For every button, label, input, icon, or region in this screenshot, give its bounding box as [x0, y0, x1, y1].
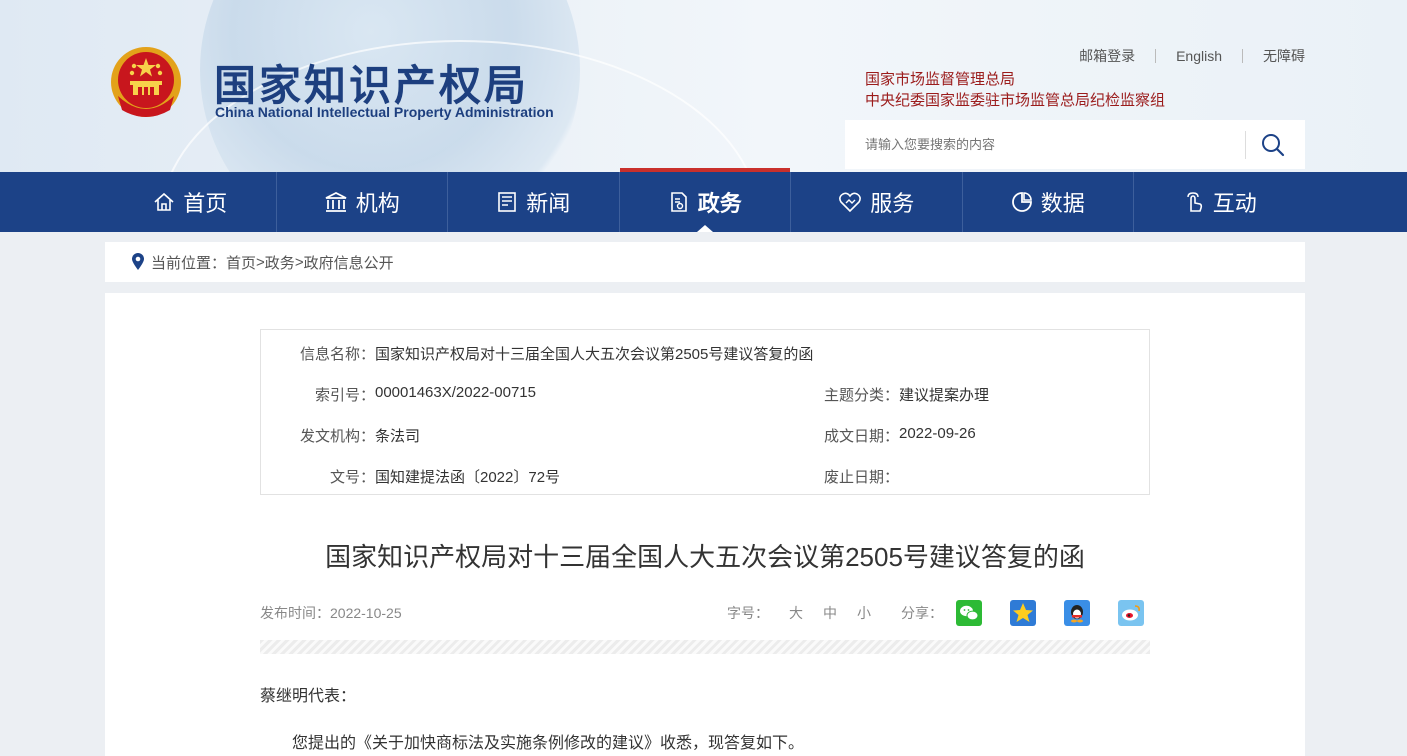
government-affairs-icon — [668, 191, 690, 213]
data-icon — [1011, 191, 1033, 213]
main-nav: 首页 机构 新闻 政务 服务 数据 互动 — [0, 168, 1407, 232]
search-box — [845, 120, 1305, 169]
samr-link[interactable]: 国家市场监督管理总局 — [865, 69, 1165, 90]
national-emblem-logo[interactable] — [108, 44, 184, 122]
divider — [1242, 49, 1243, 63]
discipline-inspection-link[interactable]: 中央纪委国家监委驻市场监管总局纪检监察组 — [865, 90, 1165, 111]
weibo-icon[interactable] — [1118, 600, 1144, 626]
service-icon — [838, 191, 862, 213]
search-icon — [1262, 133, 1285, 156]
meta-label: 发文机构： — [299, 428, 375, 445]
breadcrumb-home[interactable]: 首页 — [226, 252, 256, 273]
article-paragraph: 您提出的《关于加快商标法及实施条例修改的建议》收悉，现答复如下。 — [292, 735, 805, 752]
english-link[interactable]: English — [1176, 48, 1222, 64]
nav-item-home[interactable]: 首页 — [105, 172, 277, 232]
meta-value: 国知建提法函〔2022〕72号 — [375, 469, 561, 486]
divider-stripe — [260, 640, 1150, 654]
font-size-label: 字号： — [727, 605, 769, 621]
breadcrumb-separator: > — [294, 253, 304, 271]
nav-label: 互动 — [1212, 191, 1257, 216]
meta-row-name: 信息名称： 国家知识产权局对十三届全国人大五次会议第2505号建议答复的函 — [295, 343, 813, 364]
article-container: 信息名称： 国家知识产权局对十三届全国人大五次会议第2505号建议答复的函 索引… — [105, 293, 1305, 756]
interaction-icon — [1183, 191, 1205, 213]
institution-icon — [324, 191, 348, 213]
meta-row-abolish: 废止日期： — [801, 466, 899, 487]
meta-row-topic: 主题分类： 建议提案办理 — [801, 384, 989, 405]
breadcrumb-government-affairs[interactable]: 政务 — [265, 252, 295, 273]
meta-value: 00001463X/2022-00715 — [375, 384, 536, 401]
publish-date: 发布时间：2022-10-25 — [260, 605, 402, 621]
nav-item-institution[interactable]: 机构 — [277, 172, 448, 232]
meta-value: 2022-09-26 — [899, 425, 976, 442]
divider — [1155, 49, 1157, 63]
home-icon — [153, 191, 175, 213]
nav-label: 首页 — [183, 191, 228, 216]
article-infobar: 发布时间：2022-10-25 字号： 大 中 小 分享： — [260, 600, 1150, 626]
font-size-small-button[interactable]: 小 — [857, 603, 871, 623]
search-input[interactable] — [845, 120, 1245, 169]
top-links: 邮箱登录 English 无障碍 — [1079, 46, 1305, 66]
mail-login-link[interactable]: 邮箱登录 — [1079, 46, 1135, 66]
news-icon — [496, 191, 518, 213]
superior-org-links: 国家市场监督管理总局 中央纪委国家监委驻市场监管总局纪检监察组 — [865, 69, 1165, 111]
nav-label: 数据 — [1040, 191, 1085, 216]
article-salutation: 蔡继明代表： — [260, 688, 357, 705]
nav-item-data[interactable]: 数据 — [963, 172, 1134, 232]
meta-value: 条法司 — [375, 428, 421, 445]
breadcrumb-info-disclosure[interactable]: 政府信息公开 — [304, 252, 394, 273]
meta-row-docno: 文号： 国知建提法函〔2022〕72号 — [295, 466, 560, 487]
share-label: 分享： — [901, 605, 943, 621]
nav-item-service[interactable]: 服务 — [791, 172, 963, 232]
meta-row-date: 成文日期： 2022-09-26 — [801, 425, 976, 446]
font-size-switcher: 字号： 大 中 小 — [727, 603, 891, 623]
meta-row-index: 索引号： 00001463X/2022-00715 — [295, 384, 536, 405]
font-size-large-button[interactable]: 大 — [789, 603, 803, 623]
location-pin-icon — [131, 253, 145, 271]
nav-item-government-affairs[interactable]: 政务 — [619, 168, 791, 232]
meta-label: 废止日期： — [823, 469, 899, 486]
nav-label: 政务 — [697, 191, 742, 216]
document-metadata: 信息名称： 国家知识产权局对十三届全国人大五次会议第2505号建议答复的函 索引… — [260, 329, 1150, 495]
search-button[interactable] — [1246, 120, 1300, 169]
qzone-icon[interactable] — [1010, 600, 1036, 626]
meta-value: 建议提案办理 — [899, 387, 990, 404]
nav-item-news[interactable]: 新闻 — [448, 172, 620, 232]
article-title: 国家知识产权局对十三届全国人大五次会议第2505号建议答复的函 — [325, 542, 1085, 572]
meta-value: 国家知识产权局对十三届全国人大五次会议第2505号建议答复的函 — [375, 346, 814, 363]
nav-item-interaction[interactable]: 互动 — [1134, 172, 1306, 232]
nav-label: 服务 — [870, 191, 915, 216]
breadcrumb-separator: > — [256, 253, 265, 271]
nav-label: 机构 — [355, 191, 400, 216]
site-header: 国家知识产权局 China National Intellectual Prop… — [0, 0, 1407, 172]
breadcrumb: 当前位置： 首页 > 政务 > 政府信息公开 — [105, 242, 1305, 282]
nav-label: 新闻 — [526, 191, 571, 216]
font-size-medium-button[interactable]: 中 — [823, 603, 837, 623]
accessibility-link[interactable]: 无障碍 — [1263, 46, 1305, 66]
meta-label: 索引号： — [314, 387, 375, 404]
site-logo-subtitle[interactable]: China National Intellectual Property Adm… — [215, 104, 554, 120]
meta-label: 主题分类： — [823, 387, 899, 404]
breadcrumb-prefix: 当前位置： — [151, 254, 227, 272]
meta-label: 信息名称： — [299, 346, 375, 363]
meta-label: 文号： — [329, 469, 375, 486]
wechat-icon[interactable] — [956, 600, 982, 626]
meta-label: 成文日期： — [823, 428, 899, 445]
meta-row-issuer: 发文机构： 条法司 — [295, 425, 420, 446]
qq-icon[interactable] — [1064, 600, 1090, 626]
